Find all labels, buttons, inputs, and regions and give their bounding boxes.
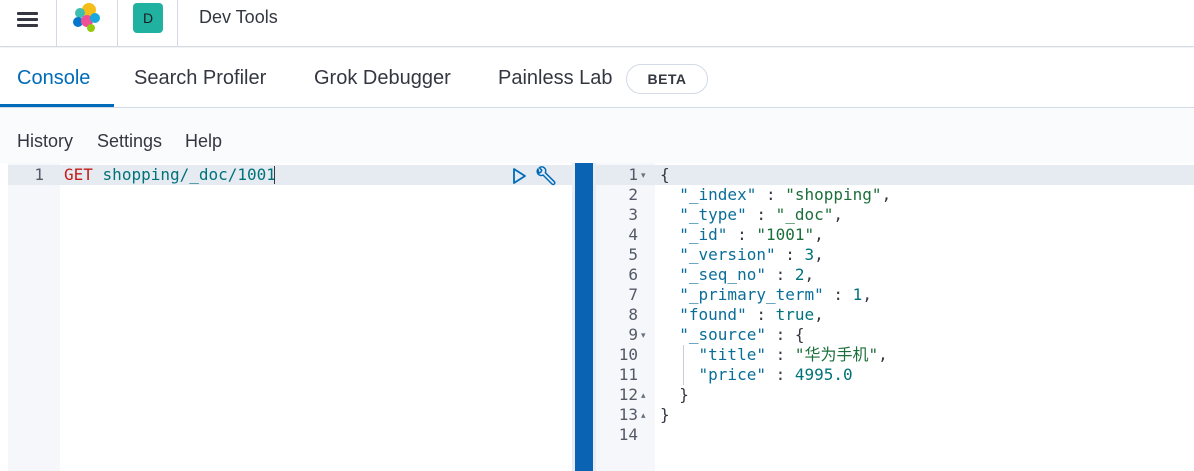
response-line-number: 8 bbox=[628, 305, 638, 324]
request-url: shopping/_doc/1001 bbox=[102, 165, 276, 184]
response-line-number: 13 bbox=[618, 405, 638, 424]
response-line: "_source" : { bbox=[679, 325, 805, 344]
response-line: "title" : "华为手机", bbox=[698, 345, 888, 364]
tab-painless-lab[interactable]: Painless Lab bbox=[498, 48, 613, 108]
response-line-number: 7 bbox=[628, 285, 638, 304]
beta-badge: BETA bbox=[626, 64, 708, 94]
response-line: "_type" : "_doc", bbox=[679, 205, 844, 224]
request-line-number: 1 bbox=[34, 165, 44, 184]
help-link[interactable]: Help bbox=[185, 131, 222, 152]
response-line: { bbox=[660, 165, 670, 184]
response-line: } bbox=[660, 385, 689, 404]
request-line[interactable]: GET shopping/_doc/1001 bbox=[64, 165, 276, 185]
indent-guide bbox=[683, 345, 684, 385]
response-line-number: 3 bbox=[628, 205, 638, 224]
response-line: "_id" : "1001", bbox=[679, 225, 824, 244]
response-line-number: 11 bbox=[618, 365, 638, 384]
tab-search-profiler[interactable]: Search Profiler bbox=[134, 48, 266, 108]
response-line-number: 10 bbox=[618, 345, 638, 364]
text-cursor bbox=[274, 166, 275, 184]
header-divider bbox=[56, 0, 57, 47]
response-line-number: 14 bbox=[618, 425, 638, 444]
header-divider bbox=[177, 0, 178, 47]
space-avatar[interactable]: D bbox=[133, 3, 163, 33]
response-line: "_seq_no" : 2, bbox=[679, 265, 815, 284]
response-line: } bbox=[660, 405, 670, 424]
history-link[interactable]: History bbox=[17, 131, 73, 152]
menu-icon[interactable] bbox=[10, 4, 46, 32]
elastic-logo-icon[interactable] bbox=[70, 1, 102, 33]
header-divider bbox=[117, 0, 118, 47]
editor-resizer-handle[interactable] bbox=[575, 163, 593, 471]
response-line-number: 4 bbox=[628, 225, 638, 244]
response-line-number: 5 bbox=[628, 245, 638, 264]
wrench-icon[interactable] bbox=[534, 166, 556, 188]
fold-open-icon[interactable]: ▾ bbox=[641, 325, 651, 345]
tab-console[interactable]: Console bbox=[17, 48, 90, 108]
request-gutter bbox=[8, 163, 60, 471]
response-line-number: 1 bbox=[628, 165, 638, 184]
request-editor[interactable] bbox=[60, 163, 572, 471]
fold-close-icon[interactable]: ▴ bbox=[641, 385, 651, 405]
console-menu bbox=[0, 108, 1194, 163]
request-method: GET bbox=[64, 165, 93, 184]
response-line: "found" : true, bbox=[679, 305, 824, 324]
response-line-number: 2 bbox=[628, 185, 638, 204]
response-line-number: 6 bbox=[628, 265, 638, 284]
fold-open-icon[interactable]: ▾ bbox=[641, 165, 651, 185]
response-line: "price" : 4995.0 bbox=[698, 365, 853, 384]
top-header: D Dev Tools bbox=[0, 0, 1194, 47]
response-active-line bbox=[596, 165, 1194, 185]
response-line-number: 9 bbox=[628, 325, 638, 344]
tab-grok-debugger[interactable]: Grok Debugger bbox=[314, 48, 451, 108]
active-tab-indicator bbox=[0, 104, 114, 107]
app-title: Dev Tools bbox=[199, 7, 278, 27]
response-line: "_primary_term" : 1, bbox=[679, 285, 872, 304]
response-line: "_index" : "shopping", bbox=[679, 185, 892, 204]
settings-link[interactable]: Settings bbox=[97, 131, 162, 152]
fold-close-icon[interactable]: ▴ bbox=[641, 405, 651, 425]
play-icon[interactable] bbox=[510, 166, 528, 186]
response-line: "_version" : 3, bbox=[679, 245, 824, 264]
response-line-number: 12 bbox=[618, 385, 638, 404]
